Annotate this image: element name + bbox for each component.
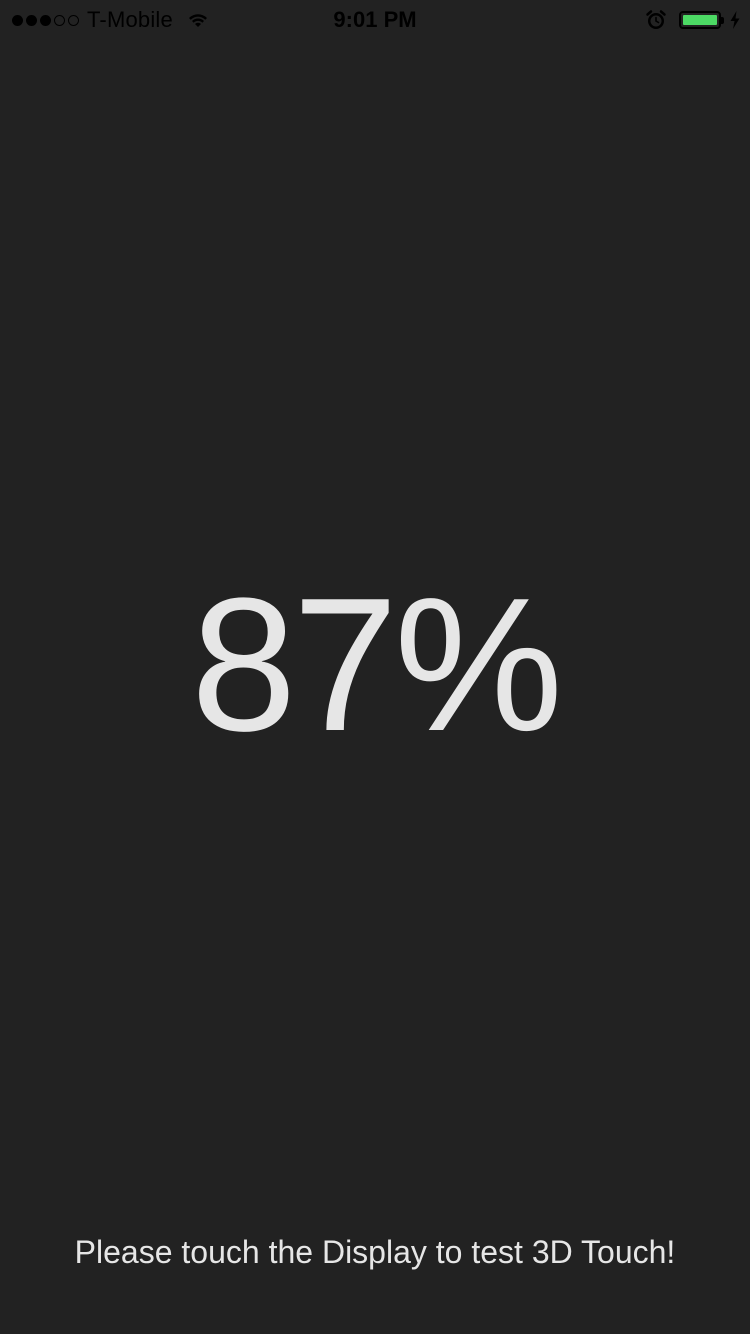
pressure-percentage: 87% — [190, 559, 563, 771]
status-bar: T-Mobile 9:01 PM — [0, 0, 750, 40]
battery-level-fill — [683, 15, 717, 25]
charging-bolt-icon — [730, 11, 740, 29]
battery-icon — [679, 11, 721, 29]
status-time: 9:01 PM — [333, 7, 417, 32]
touch-instruction[interactable]: Please touch the Display to test 3D Touc… — [0, 1234, 750, 1271]
status-bar-right — [645, 7, 740, 33]
battery-tip — [721, 16, 724, 24]
alarm-icon — [645, 9, 667, 31]
